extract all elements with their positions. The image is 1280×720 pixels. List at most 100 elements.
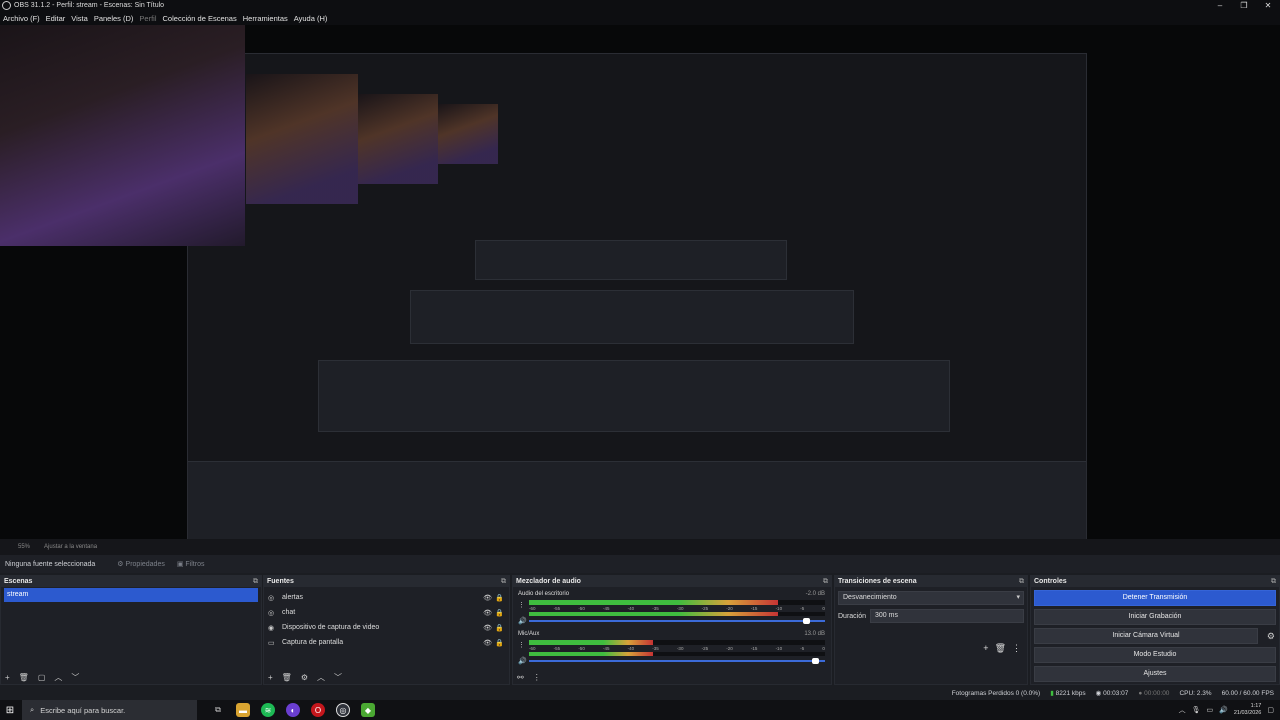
eye-icon[interactable]: 👁	[483, 639, 492, 647]
eye-icon[interactable]: 👁	[483, 624, 492, 632]
maximize-button[interactable]: ❐	[1232, 0, 1256, 11]
volume-icon[interactable]: 🔊	[1219, 706, 1228, 714]
add-icon[interactable]: +	[983, 643, 988, 654]
meter-tick: -35	[652, 646, 659, 651]
volume-knob[interactable]	[812, 658, 820, 664]
more-icon[interactable]: ⋮	[518, 601, 525, 609]
meter-tick: -20	[726, 646, 733, 651]
more-icon[interactable]: ⋮	[518, 641, 525, 649]
meter-tick: -30	[676, 646, 684, 651]
transition-select[interactable]: Desvanecimiento ▾	[838, 591, 1024, 605]
app-icon[interactable]: ◆	[361, 703, 375, 717]
source-item-capture-device[interactable]: ◉ Dispositivo de captura de video 👁 🔒	[264, 620, 509, 635]
webcam-feed	[0, 25, 245, 246]
trash-icon[interactable]: 🗑	[282, 673, 292, 682]
minimize-button[interactable]: –	[1208, 0, 1232, 11]
meter-fill	[529, 652, 654, 656]
menu-vista[interactable]: Vista	[71, 14, 88, 23]
meter-tick: -20	[726, 606, 733, 611]
notification-icon[interactable]: ▢	[1267, 706, 1274, 714]
broadcast-icon: ◉	[1095, 690, 1104, 697]
level-meter	[529, 600, 825, 605]
source-item-chat[interactable]: ◎ chat 👁 🔒	[264, 605, 509, 620]
add-icon[interactable]: +	[5, 673, 10, 682]
menu-perfil[interactable]: Perfil	[139, 14, 156, 23]
duration-input[interactable]: 300 ms	[870, 609, 1024, 623]
trash-icon[interactable]: 🗑	[19, 673, 29, 682]
lock-icon[interactable]: 🔒	[495, 624, 504, 632]
trash-icon[interactable]: 🗑	[995, 643, 1006, 654]
opera-icon[interactable]: O	[311, 703, 325, 717]
volume-icon[interactable]: 🔊	[518, 617, 527, 625]
gear-icon[interactable]: ⚙	[1267, 629, 1275, 643]
file-explorer-icon[interactable]: ▬	[236, 703, 250, 717]
menu-coleccion-escenas[interactable]: Colección de Escenas	[163, 14, 237, 23]
gear-icon[interactable]: ⚙	[301, 673, 308, 682]
volume-icon[interactable]: 🔊	[518, 657, 527, 665]
network-icon[interactable]: ▭	[1207, 706, 1214, 714]
nested-camera-1	[246, 74, 358, 204]
studio-mode-button[interactable]: Modo Estudio	[1034, 647, 1276, 663]
volume-slider[interactable]	[529, 658, 825, 664]
stop-streaming-button[interactable]: Detener Transmisión	[1034, 590, 1276, 606]
chevron-down-icon[interactable]: ﹀	[334, 672, 342, 683]
meter-tick: -30	[676, 606, 684, 611]
taskbar-search[interactable]: ⌕ Escribe aquí para buscar.	[22, 700, 197, 720]
sources-title: Fuentes	[267, 578, 294, 585]
filter-icon[interactable]: ▢	[38, 673, 46, 682]
eye-icon[interactable]: 👁	[483, 594, 492, 602]
properties-button[interactable]: ⚙ Propiedades	[117, 560, 165, 568]
settings-button[interactable]: Ajustes	[1034, 666, 1276, 682]
properties-label: Propiedades	[125, 561, 165, 568]
chevron-up-icon[interactable]: ︿	[1179, 705, 1186, 715]
dock-undock-icon[interactable]: ⧉	[253, 576, 258, 587]
browser-source-icon: ◎	[268, 594, 275, 602]
volume-slider[interactable]	[529, 618, 825, 624]
task-view-icon[interactable]: ⧉	[211, 703, 225, 717]
more-icon[interactable]: ⋮	[533, 673, 541, 682]
eye-icon[interactable]: 👁	[483, 609, 492, 617]
dock-undock-icon[interactable]: ⧉	[501, 576, 506, 587]
browser-icon[interactable]: ◐	[286, 703, 300, 717]
chevron-down-icon[interactable]: ﹀	[71, 672, 79, 683]
status-bar: Fotogramas Perdidos 0 (0.0%) ▮ 8221 kbps…	[0, 686, 1280, 700]
dock-undock-icon[interactable]: ⧉	[823, 576, 828, 587]
menu-editar[interactable]: Editar	[46, 14, 66, 23]
menu-archivo[interactable]: Archivo (F)	[3, 14, 40, 23]
clock[interactable]: 1:17 21/03/2026	[1234, 703, 1262, 717]
lock-icon[interactable]: 🔒	[495, 639, 504, 647]
stream-time: ◉ 00:03:07	[1096, 689, 1129, 697]
link-icon[interactable]: ⚯	[517, 673, 524, 682]
windows-start-icon[interactable]: ⊞	[0, 705, 20, 716]
meter-tick: -15	[750, 646, 758, 651]
filters-button[interactable]: ▣ Filtros	[177, 560, 205, 568]
menu-bar: Archivo (F) Editar Vista Paneles (D) Per…	[0, 11, 1280, 25]
dock-undock-icon[interactable]: ⧉	[1019, 576, 1024, 587]
menu-ayuda[interactable]: Ayuda (H)	[294, 14, 328, 23]
menu-herramientas[interactable]: Herramientas	[243, 14, 288, 23]
search-icon: ⌕	[30, 705, 35, 714]
spotify-icon[interactable]: ≋	[261, 703, 275, 717]
obs-icon[interactable]: ◎	[336, 703, 350, 717]
chevron-up-icon[interactable]: ︿	[54, 672, 62, 683]
mixer-channel: Audio del escritorio -2.0 dB ⋮ -60 -55 -50 -45…	[513, 587, 831, 627]
zoom-level[interactable]: 55%	[18, 544, 30, 550]
mic-icon[interactable]: 🎙	[1192, 706, 1201, 714]
more-icon[interactable]: ⋮	[1012, 643, 1021, 654]
close-button[interactable]: ✕	[1256, 0, 1280, 11]
menu-paneles[interactable]: Paneles (D)	[94, 14, 134, 23]
preview-canvas[interactable]	[0, 25, 1280, 563]
dock-undock-icon[interactable]: ⧉	[1271, 576, 1276, 587]
lock-icon[interactable]: 🔒	[495, 594, 504, 602]
start-virtual-camera-button[interactable]: Iniciar Cámara Virtual ⚙	[1034, 628, 1275, 644]
lock-icon[interactable]: 🔒	[495, 609, 504, 617]
meter-tick: -55	[553, 646, 561, 651]
fit-window-option[interactable]: Ajustar a la ventana	[44, 544, 97, 550]
add-icon[interactable]: +	[268, 673, 273, 682]
chevron-up-icon[interactable]: ︿	[317, 672, 325, 683]
volume-knob[interactable]	[803, 618, 811, 624]
source-item-alertas[interactable]: ◎ alertas 👁 🔒	[264, 590, 509, 605]
source-item-screen-capture[interactable]: ▭ Captura de pantalla 👁 🔒	[264, 635, 509, 650]
start-recording-button[interactable]: Iniciar Grabación	[1034, 609, 1276, 625]
scene-item-stream[interactable]: stream	[4, 588, 258, 602]
